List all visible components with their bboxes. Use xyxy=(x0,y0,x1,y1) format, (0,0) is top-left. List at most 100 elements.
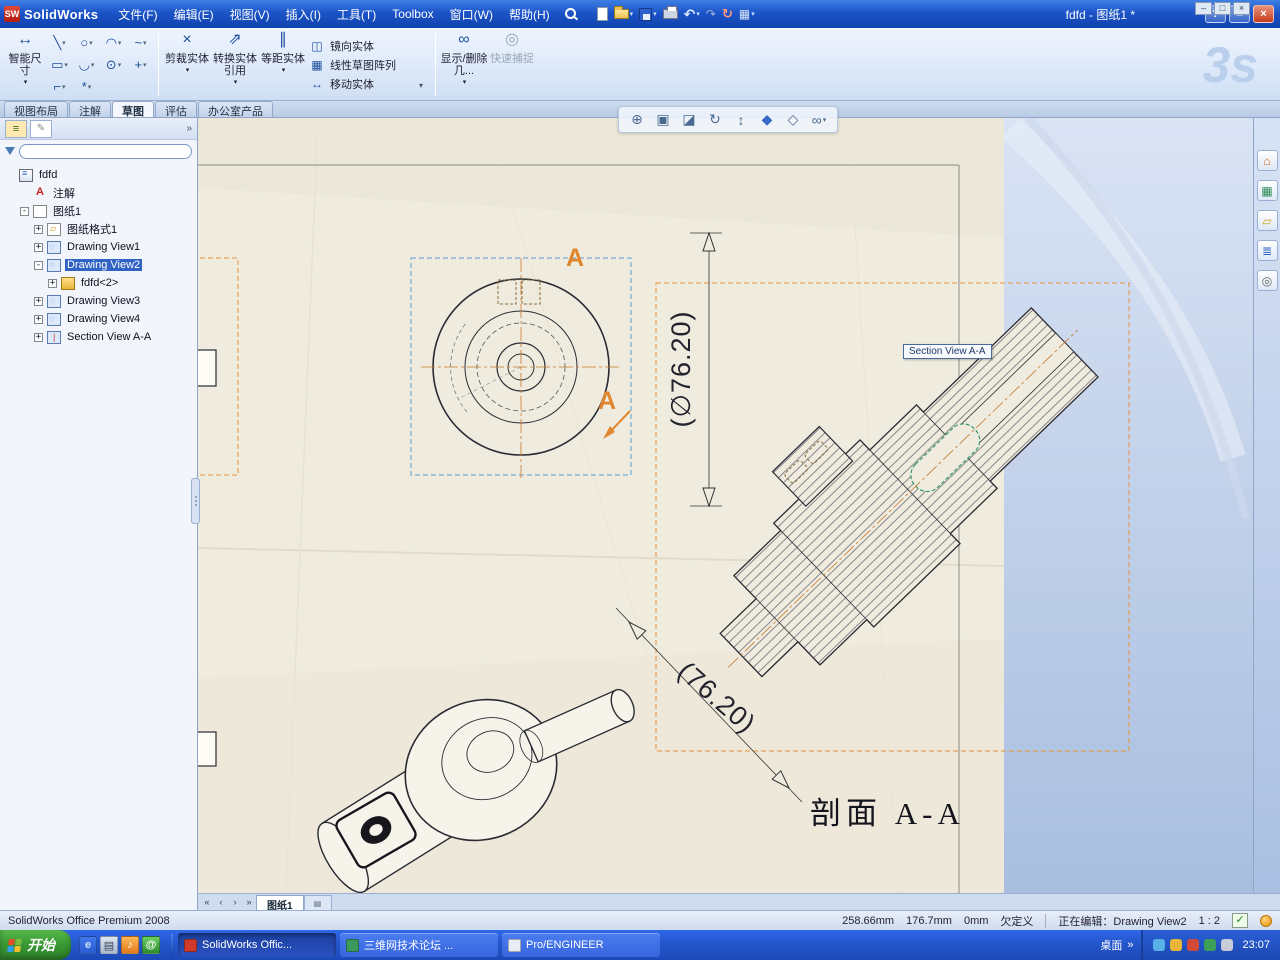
sheet-tab[interactable]: 图纸1 xyxy=(256,895,304,912)
mirror-entities-button[interactable]: ◫ 镜向实体 xyxy=(309,38,419,54)
print-icon[interactable] xyxy=(662,6,679,20)
move-entities-button[interactable]: ↔ 移动实体 xyxy=(309,76,419,92)
propertymanager-tab[interactable] xyxy=(30,119,52,138)
section-view-tool-icon[interactable]: ◪ xyxy=(677,109,701,130)
circle-tool-icon[interactable]: ○ xyxy=(73,32,100,54)
first-sheet-icon[interactable]: « xyxy=(200,896,214,910)
commandmanager-tab[interactable]: 视图布局 xyxy=(4,101,68,118)
messenger-icon[interactable]: @ xyxy=(142,936,160,954)
line-tool-icon[interactable]: ╲ xyxy=(46,32,73,54)
add-sheet-tab[interactable] xyxy=(303,895,332,910)
arc-tool-icon[interactable]: ◠ xyxy=(100,32,127,54)
tree-expand-toggle[interactable]: + xyxy=(34,242,43,252)
tree-item[interactable]: + Drawing View3 xyxy=(2,292,195,310)
tree-expand-toggle[interactable]: - xyxy=(20,206,29,216)
ellipse-tool-icon[interactable]: ⊙ xyxy=(100,54,127,76)
start-button[interactable]: 开始 xyxy=(0,930,71,960)
menu-item[interactable]: Toolbox xyxy=(384,5,441,23)
linear-sketch-pattern-button[interactable]: ▦ 线性草图阵列 xyxy=(309,57,419,73)
display-style-icon[interactable]: ◇ xyxy=(781,109,805,130)
menu-item[interactable]: 工具(T) xyxy=(329,4,384,25)
commandmanager-tab[interactable]: 草图 xyxy=(112,101,154,118)
sketch-text-tool-icon[interactable]: * xyxy=(73,76,100,98)
pan-icon[interactable]: ↕ xyxy=(729,109,753,130)
tree-expand-toggle[interactable]: + xyxy=(34,314,43,324)
menu-item[interactable]: 文件(F) xyxy=(110,4,165,25)
taskbar-window-button[interactable]: Pro/ENGINEER xyxy=(502,933,660,957)
desktop-chevron-icon[interactable] xyxy=(1127,939,1133,951)
spline-tool-icon[interactable]: ~ xyxy=(127,32,154,54)
smart-dimension-button[interactable]: ↔ 智能尺寸 xyxy=(4,31,46,98)
tree-item[interactable]: + 图纸格式1 xyxy=(2,220,195,238)
tree-item[interactable]: + fdfd<2> xyxy=(2,274,195,292)
tray-icon[interactable] xyxy=(1221,939,1234,951)
zoom-area-icon[interactable]: ▣ xyxy=(651,109,675,130)
display-delete-relations-button[interactable]: ∞ 显示/删除几... xyxy=(440,31,488,98)
prev-sheet-icon[interactable]: ‹ xyxy=(214,896,228,910)
save-icon[interactable] xyxy=(638,7,658,22)
bulb-icon[interactable]: ◎ xyxy=(1256,270,1278,291)
featuremanager-tree-tab[interactable] xyxy=(5,119,27,138)
menu-item[interactable]: 帮助(H) xyxy=(501,4,558,25)
doc-close-button[interactable] xyxy=(1233,2,1250,15)
ie-icon[interactable]: e xyxy=(79,936,97,954)
media-player-icon[interactable]: ♪ xyxy=(121,936,139,954)
tree-expand-toggle[interactable]: + xyxy=(34,332,43,342)
tree-item[interactable]: + Drawing View1 xyxy=(2,238,195,256)
tree-item[interactable]: + Section View A-A xyxy=(2,328,195,346)
point-tool-icon[interactable]: + xyxy=(127,54,154,76)
flyout-arrow-icon[interactable] xyxy=(419,31,431,98)
view-orientation-icon[interactable]: ◆ xyxy=(755,109,779,130)
offset-entities-button[interactable]: ∥ 等距实体 xyxy=(259,31,307,98)
tree-item[interactable]: - Drawing View2 xyxy=(2,256,195,274)
convert-entities-button[interactable]: ⇗ 转换实体引用 xyxy=(211,31,259,98)
tree-expand-toggle[interactable]: + xyxy=(34,296,43,306)
rebuild-check-icon[interactable] xyxy=(1232,913,1248,928)
hide-show-items-icon[interactable]: ∞ xyxy=(807,109,831,130)
menu-item[interactable]: 视图(V) xyxy=(222,4,278,25)
options-icon[interactable] xyxy=(738,6,756,22)
close-button[interactable] xyxy=(1253,5,1274,23)
tree-item[interactable]: fdfd xyxy=(2,166,195,184)
taskbar-window-button[interactable]: 三维网技术论坛 ... xyxy=(340,933,498,957)
panel-splitter-grip[interactable] xyxy=(191,478,200,524)
undo-icon[interactable] xyxy=(683,5,701,24)
tray-icon[interactable] xyxy=(1187,939,1200,951)
tree-item[interactable]: - 图纸1 xyxy=(2,202,195,220)
folder-icon[interactable]: ▱ xyxy=(1256,210,1278,231)
section-view-label[interactable]: 剖面 A-A xyxy=(810,796,965,831)
new-document-icon[interactable] xyxy=(596,6,609,22)
next-sheet-icon[interactable]: › xyxy=(228,896,242,910)
redo-icon[interactable] xyxy=(705,6,717,22)
commandmanager-tab[interactable]: 办公室产品 xyxy=(198,101,273,118)
fillet-tool-icon[interactable]: ⌐ xyxy=(46,76,73,98)
commandmanager-tab[interactable]: 评估 xyxy=(155,101,197,118)
menu-item[interactable]: 窗口(W) xyxy=(442,4,501,25)
tray-icon[interactable] xyxy=(1204,939,1217,951)
taskbar-window-button[interactable]: SolidWorks Offic... xyxy=(178,933,336,957)
desktop-label[interactable]: 桌面 xyxy=(1100,937,1122,953)
zoom-fit-icon[interactable]: ⊕ xyxy=(625,109,649,130)
search-icon[interactable] xyxy=(564,7,578,21)
rebuild-icon[interactable] xyxy=(721,5,734,23)
trim-entities-button[interactable]: × 剪裁实体 xyxy=(163,31,211,98)
slot-tool-icon[interactable]: ◡ xyxy=(73,54,100,76)
tray-icon[interactable] xyxy=(1153,939,1166,951)
tree-item[interactable]: 注解 xyxy=(2,184,195,202)
open-icon[interactable] xyxy=(613,6,635,20)
menu-item[interactable]: 编辑(E) xyxy=(166,4,222,25)
diameter-dimension-text[interactable]: (∅76.20) xyxy=(666,310,696,427)
tree-expand-toggle[interactable]: + xyxy=(34,224,43,234)
layers-icon[interactable]: ≣ xyxy=(1256,240,1278,261)
last-sheet-icon[interactable]: » xyxy=(242,896,256,910)
show-desktop-icon[interactable]: ▤ xyxy=(100,936,118,954)
doc-restore-button[interactable] xyxy=(1214,2,1231,15)
menu-item[interactable]: 插入(I) xyxy=(278,4,329,25)
rotate-view-icon[interactable]: ↻ xyxy=(703,109,727,130)
tree-item[interactable]: + Drawing View4 xyxy=(2,310,195,328)
commandmanager-tab[interactable]: 注解 xyxy=(69,101,111,118)
doc-minimize-button[interactable] xyxy=(1195,2,1212,15)
drawing-canvas[interactable]: A A (∅76.20) (76.20) 剖面 A-A Section View… xyxy=(198,118,1253,893)
tree-expand-toggle[interactable]: + xyxy=(48,278,57,288)
rectangle-tool-icon[interactable]: ▭ xyxy=(46,54,73,76)
